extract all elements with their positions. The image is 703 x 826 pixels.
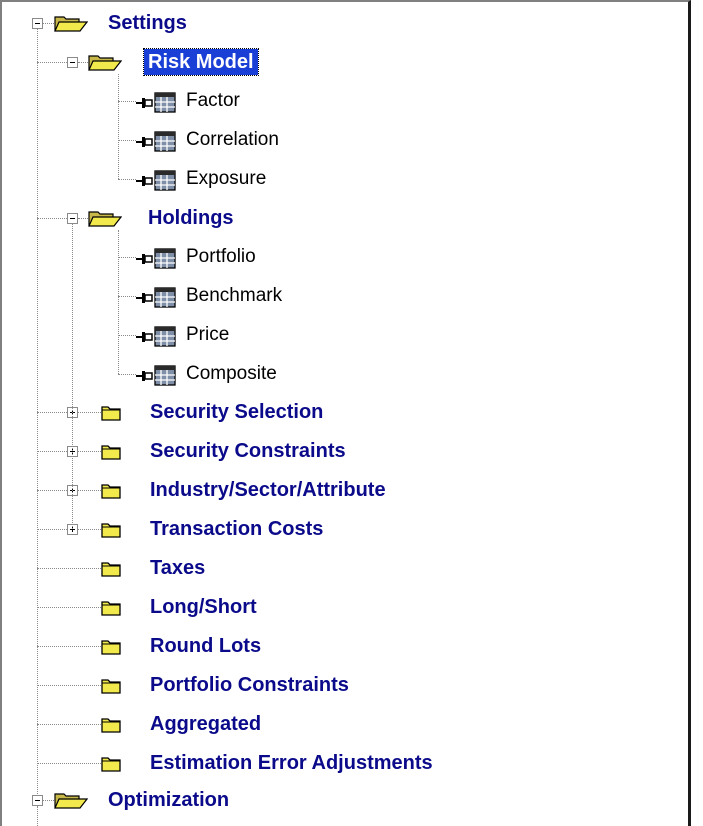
folder-open-icon [54,791,89,814]
tree-leaf-correlation[interactable]: Correlation [186,127,279,153]
folder-closed-icon [101,404,121,426]
expand-collapse-risk-model[interactable] [67,57,78,68]
tree-connector-line [118,335,136,336]
tree-node-settings[interactable]: Settings [108,10,187,36]
tree-leaf-exposure[interactable]: Exposure [186,166,266,192]
pushpin-table-icon [136,325,178,352]
tree-connector-line [78,451,101,452]
pushpin-table-icon [136,286,178,313]
folder-closed-icon [101,521,121,543]
expand-collapse-settings[interactable] [32,18,43,29]
tree-leaf-benchmark[interactable]: Benchmark [186,283,282,309]
tree-connector-line [118,101,136,102]
tree-leaf-portfolio[interactable]: Portfolio [186,244,256,270]
folder-closed-icon [101,599,121,621]
tree-connector-line [78,62,88,63]
tree-node-security-constraints[interactable]: Security Constraints [150,438,346,464]
expand-collapse-optimization[interactable] [32,795,43,806]
folder-closed-icon [101,443,121,465]
folder-open-icon [54,14,89,37]
tree-node-optimization[interactable]: Optimization [108,787,229,813]
pushpin-table-icon [136,130,178,157]
tree-connector-line [43,800,54,801]
tree-connector-line [78,412,101,413]
tree-node-aggregated[interactable]: Aggregated [150,711,261,737]
tree-connector-line [118,230,119,374]
tree-connector-line [118,296,136,297]
folder-closed-icon [101,716,121,738]
tree-node-security-selection[interactable]: Security Selection [150,399,323,425]
tree-leaf-composite[interactable]: Composite [186,361,277,387]
tree-connector-line [37,490,67,491]
tree-node-round-lots[interactable]: Round Lots [150,633,261,659]
tree-connector-line [37,685,101,686]
folder-closed-icon [101,638,121,660]
tree-connector-line [37,451,67,452]
tree-connector-line [118,179,136,180]
folder-closed-icon [101,560,121,582]
tree-leaf-factor[interactable]: Factor [186,88,240,114]
tree-node-long-short[interactable]: Long/Short [150,594,257,620]
tree-leaf-price[interactable]: Price [186,322,229,348]
tree-node-taxes[interactable]: Taxes [150,555,205,581]
tree-connector-line [37,218,67,219]
tree-connector-line [118,140,136,141]
expand-collapse-holdings[interactable] [67,213,78,224]
tree-connector-line [37,62,67,63]
pushpin-table-icon [136,364,178,391]
pushpin-table-icon [136,169,178,196]
tree-connector-line [78,529,101,530]
tree-node-transaction-costs[interactable]: Transaction Costs [150,516,323,542]
tree-connector-line [43,23,54,24]
tree-connector-line [37,529,67,530]
pushpin-table-icon [136,91,178,118]
tree-connector-line [37,724,101,725]
tree-connector-line [37,806,38,826]
folder-open-icon [88,209,123,232]
folder-closed-icon [101,677,121,699]
folder-open-icon [88,53,123,76]
tree-connector-line [37,763,101,764]
tree-connector-line [37,28,38,798]
tree-node-estimation-error-adjustments[interactable]: Estimation Error Adjustments [150,750,433,776]
tree-node-risk-model[interactable]: Risk Model [143,48,259,76]
tree-node-holdings[interactable]: Holdings [148,205,234,231]
tree-connector-line [78,490,101,491]
tree-connector-line [118,374,136,375]
tree-connector-line [37,568,101,569]
folder-closed-icon [101,755,121,777]
tree-connector-line [37,646,101,647]
tree-node-industry-sector-attribute[interactable]: Industry/Sector/Attribute [150,477,386,503]
folder-closed-icon [101,482,121,504]
tree-connector-line [78,218,88,219]
tree-connector-line [118,74,119,179]
tree-connector-line [72,224,73,529]
tree-connector-line [118,257,136,258]
tree-connector-line [37,607,101,608]
settings-tree-view[interactable]: Settings Risk Model Factor Correlation Expos… [0,0,691,826]
pushpin-table-icon [136,247,178,274]
tree-connector-line [37,412,67,413]
tree-node-portfolio-constraints[interactable]: Portfolio Constraints [150,672,349,698]
